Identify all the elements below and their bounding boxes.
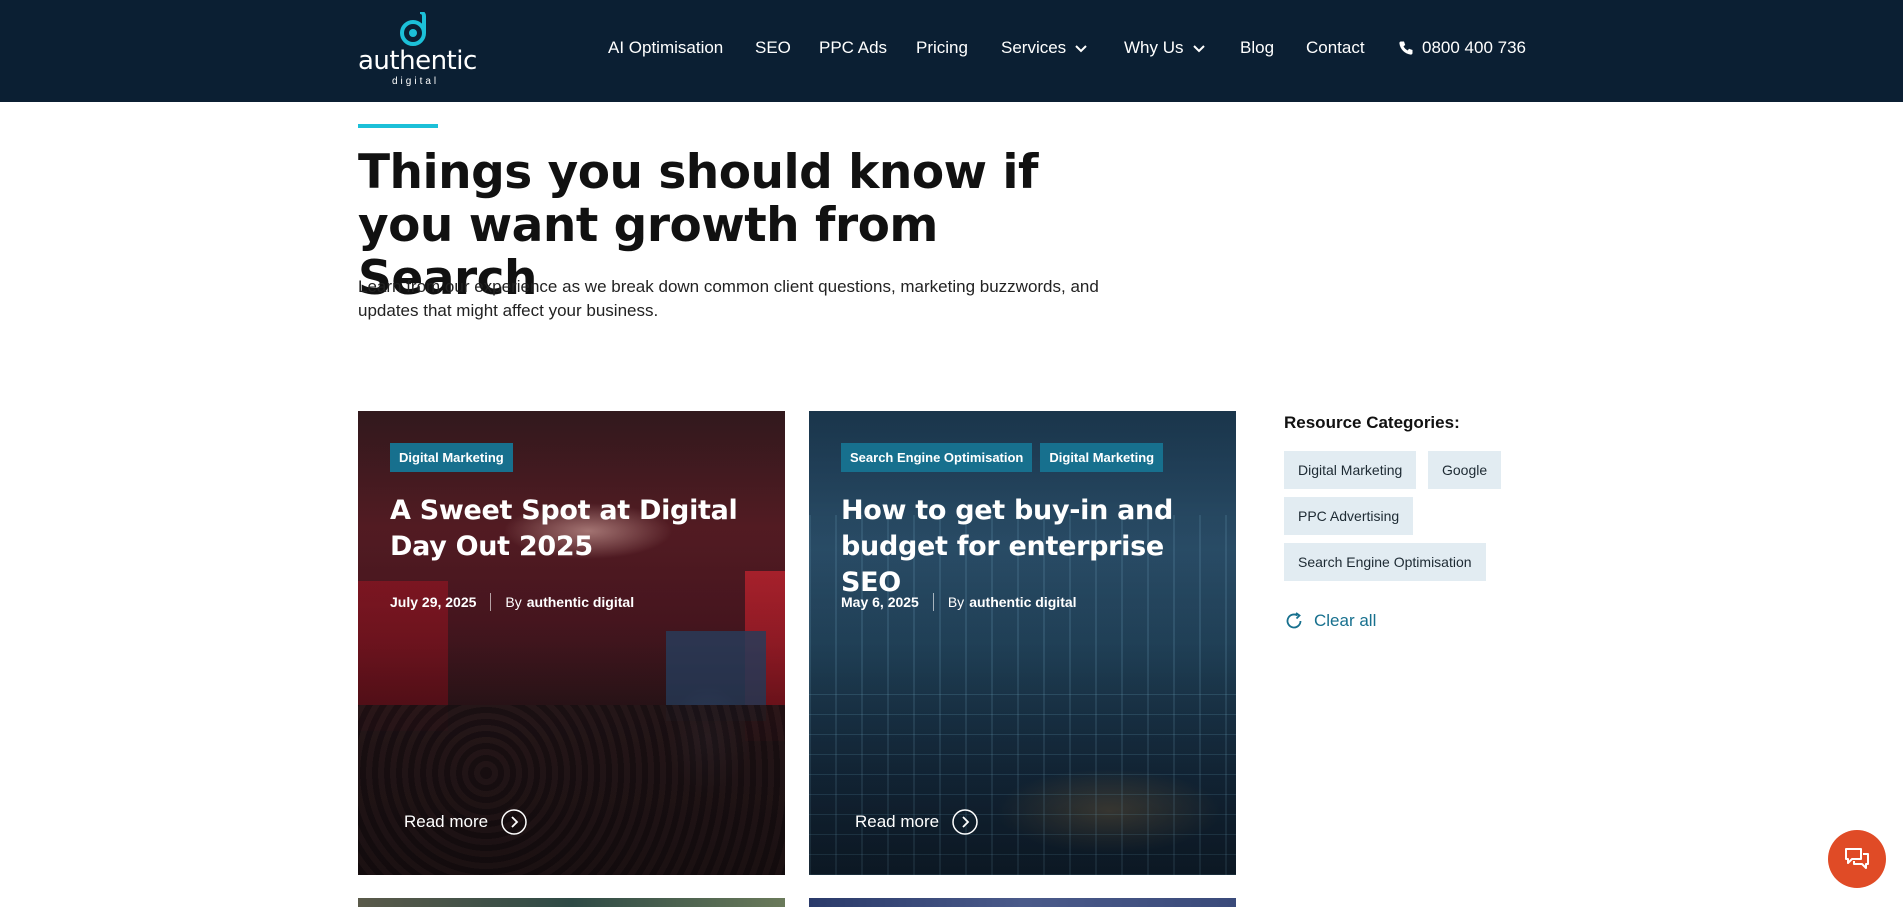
nav-why-us[interactable]: Why Us (1124, 38, 1206, 58)
main-nav: AI Optimisation SEO PPC Ads Pricing Serv… (0, 38, 1903, 62)
nav-label: SEO (755, 38, 791, 57)
card-meta: May 6, 2025 By authentic digital (841, 593, 1077, 611)
nav-label: Why Us (1124, 38, 1184, 57)
nav-contact[interactable]: Contact (1306, 38, 1365, 58)
nav-ppc-ads[interactable]: PPC Ads (819, 38, 887, 58)
meta-divider (490, 593, 492, 611)
phone-number: 0800 400 736 (1422, 38, 1526, 57)
card-tags: Search Engine Optimisation Digital Marke… (841, 443, 1164, 472)
nav-label: Services (1001, 38, 1067, 57)
nav-phone[interactable]: 0800 400 736 (1398, 38, 1526, 58)
chevron-down-icon (1075, 45, 1087, 53)
chevron-right-circle-icon (952, 809, 978, 835)
card-title[interactable]: How to get buy-in and budget for enterpr… (841, 493, 1211, 601)
card-date: July 29, 2025 (390, 594, 477, 610)
chevron-right-circle-icon (501, 809, 527, 835)
read-more-label: Read more (855, 812, 940, 831)
nav-services[interactable]: Services (1001, 38, 1088, 58)
blog-card[interactable]: Search Engine Optimisation Digital Marke… (809, 411, 1236, 875)
card-date: May 6, 2025 (841, 594, 919, 610)
logo-subtext: digital (392, 76, 440, 87)
card-author: authentic digital (526, 594, 635, 610)
card-tags: Digital Marketing (390, 443, 513, 472)
categories-heading: Resource Categories: (1284, 413, 1460, 432)
category-chip-digital-marketing[interactable]: Digital Marketing (1284, 451, 1417, 489)
nav-label: PPC Ads (819, 38, 888, 57)
read-more-link[interactable]: Read more (404, 809, 527, 835)
nav-ai-optimisation[interactable]: AI Optimisation (608, 38, 723, 58)
nav-label: Contact (1306, 38, 1365, 57)
chat-button[interactable] (1828, 830, 1886, 888)
nav-label: AI Optimisation (608, 38, 724, 57)
read-more-link[interactable]: Read more (855, 809, 978, 835)
blog-card-next[interactable] (358, 898, 785, 907)
category-chip-seo[interactable]: Search Engine Optimisation (1284, 543, 1486, 581)
nav-seo[interactable]: SEO (755, 38, 791, 58)
phone-icon (1399, 41, 1413, 55)
nav-label: Blog (1240, 38, 1275, 57)
blog-card-next[interactable] (809, 898, 1236, 907)
card-by-label: By (505, 594, 522, 610)
card-author: authentic digital (969, 594, 1077, 610)
read-more-label: Read more (404, 812, 489, 831)
category-tag[interactable]: Digital Marketing (1040, 443, 1164, 472)
card-by-label: By (947, 594, 965, 610)
nav-blog[interactable]: Blog (1240, 38, 1274, 58)
category-chip-ppc-advertising[interactable]: PPC Advertising (1284, 497, 1414, 535)
card-meta: July 29, 2025 By authentic digital (390, 593, 634, 611)
refresh-icon (1286, 612, 1302, 629)
chat-bubbles-icon (1845, 848, 1869, 869)
meta-divider (932, 593, 934, 611)
card-title[interactable]: A Sweet Spot at Digital Day Out 2025 (390, 493, 760, 565)
category-tag[interactable]: Digital Marketing (390, 443, 513, 472)
chevron-down-icon (1192, 45, 1205, 53)
page-subtitle: Learn from our experience as we break do… (358, 277, 1099, 320)
category-chip-google[interactable]: Google (1428, 451, 1502, 489)
nav-label: Pricing (916, 38, 968, 57)
clear-all-button[interactable]: Clear all (1284, 611, 1376, 631)
blog-card[interactable]: Digital Marketing A Sweet Spot at Digita… (358, 411, 785, 875)
clear-all-label: Clear all (1314, 611, 1377, 630)
nav-pricing[interactable]: Pricing (916, 38, 968, 58)
category-tag[interactable]: Search Engine Optimisation (841, 443, 1033, 472)
accent-line (358, 124, 438, 128)
site-header: authentic digital AI Optimisation SEO PP… (0, 0, 1903, 102)
